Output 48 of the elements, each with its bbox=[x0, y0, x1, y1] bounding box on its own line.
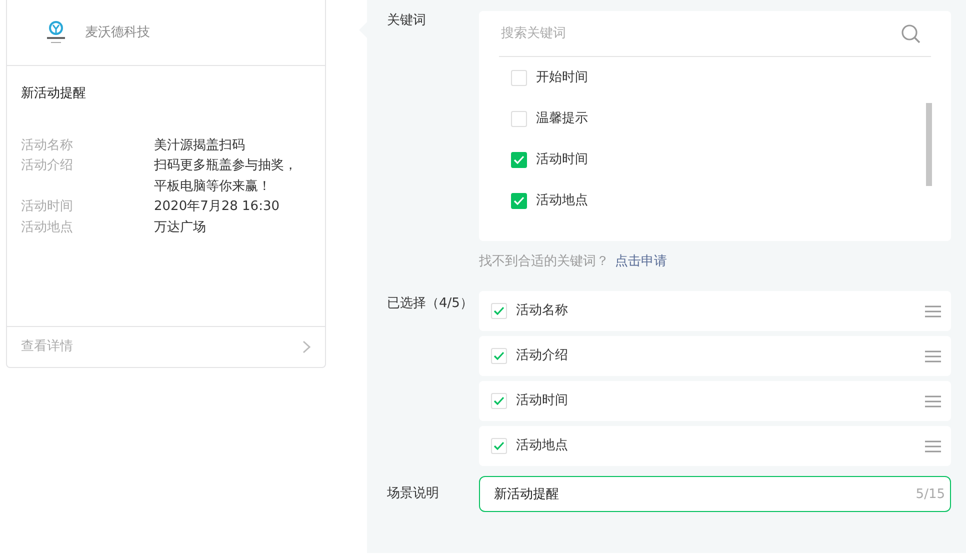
scrollbar[interactable] bbox=[926, 103, 932, 186]
char-counter: 5/15 bbox=[916, 486, 945, 504]
checkbox[interactable] bbox=[511, 192, 527, 208]
drag-handle-icon[interactable] bbox=[925, 394, 941, 408]
check-icon bbox=[493, 396, 505, 406]
item-label: 活动地点 bbox=[516, 437, 569, 456]
item-label: 活动介绍 bbox=[516, 347, 569, 366]
company-name: 麦沃德科技 bbox=[85, 24, 150, 42]
apply-link[interactable]: 点击申请 bbox=[615, 254, 667, 269]
item-label: 活动时间 bbox=[516, 392, 569, 410]
selected-item[interactable]: 活动地点 bbox=[479, 426, 951, 466]
option-label: 活动时间 bbox=[536, 150, 588, 169]
chevron-right-icon bbox=[302, 340, 311, 354]
keyword-option[interactable]: 活动时间 bbox=[499, 139, 911, 180]
item-label: 活动名称 bbox=[516, 302, 569, 320]
field-label: 活动名称 bbox=[21, 136, 74, 154]
drag-handle-icon[interactable] bbox=[925, 350, 941, 362]
field-label: 关键词 bbox=[387, 12, 427, 30]
field-label: 场景说明 bbox=[387, 485, 440, 503]
search-icon[interactable] bbox=[901, 24, 921, 44]
selected-item[interactable]: 活动时间 bbox=[479, 381, 951, 421]
drag-handle-icon[interactable] bbox=[925, 440, 941, 452]
field-value: 万达广场 bbox=[154, 218, 207, 236]
message-title: 新活动提醒 bbox=[21, 85, 87, 103]
check-icon bbox=[493, 306, 505, 316]
field-value: 美汁源揭盖扫码 bbox=[154, 136, 246, 154]
keyword-option[interactable]: 活动地点 bbox=[499, 180, 911, 221]
selected-item[interactable]: 活动名称 bbox=[479, 291, 951, 331]
field-value: 扫码更多瓶盖参与抽奖，平板电脑等你来赢！ bbox=[154, 157, 298, 196]
keyword-option[interactable]: 开始时间 bbox=[499, 57, 911, 98]
check-icon bbox=[493, 441, 505, 451]
search-field[interactable]: 搜索关键词 bbox=[499, 11, 931, 57]
option-label: 温馨提示 bbox=[536, 110, 588, 128]
field-label: 已选择（4/5） bbox=[387, 295, 474, 313]
field-label: 活动介绍 bbox=[21, 157, 74, 175]
field-label: 活动时间 bbox=[21, 198, 74, 216]
check-icon bbox=[513, 196, 525, 206]
field-value: 2020年7月28 16:30 bbox=[154, 198, 280, 216]
check-icon bbox=[513, 154, 525, 164]
selected-item[interactable]: 活动介绍 bbox=[479, 336, 951, 376]
hint-text: 找不到合适的关键词？ bbox=[479, 254, 609, 269]
keyword-option[interactable]: 温馨提示 bbox=[499, 98, 911, 139]
option-label: 活动地点 bbox=[536, 192, 588, 210]
drag-handle-icon[interactable] bbox=[925, 304, 941, 318]
option-label: 开始时间 bbox=[536, 68, 588, 87]
check-icon bbox=[493, 351, 505, 361]
checkbox[interactable] bbox=[511, 152, 527, 168]
field-label: 活动地点 bbox=[21, 218, 74, 236]
